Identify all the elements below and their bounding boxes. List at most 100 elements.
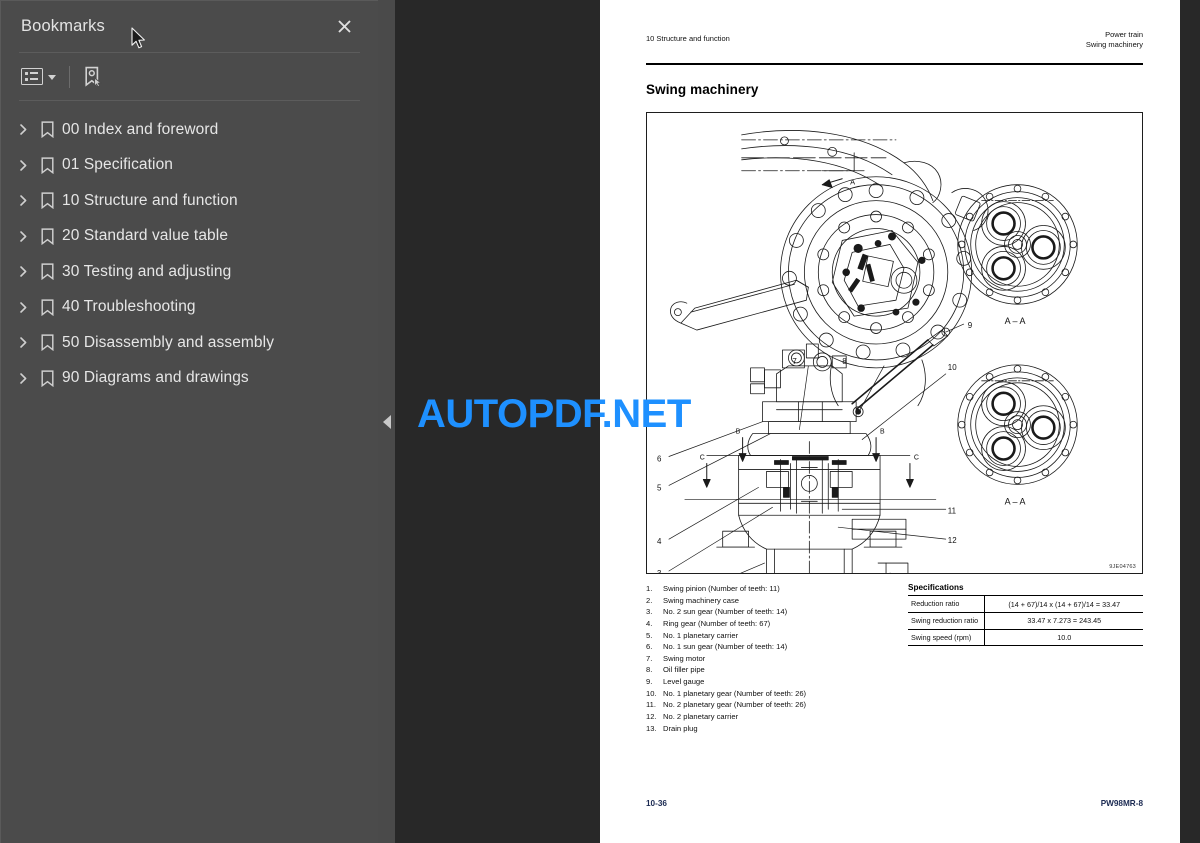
page-content: 10 Structure and function Power train Sw… [646,30,1143,821]
part-name: No. 1 planetary gear (Number of teeth: 2… [663,688,807,698]
pdf-page-viewport[interactable]: 10 Structure and function Power train Sw… [395,0,1200,843]
svg-text:C: C [914,455,919,462]
bookmarks-panel-header: Bookmarks [1,1,378,52]
spec-value: (14 + 67)/14 x (14 + 67)/14 = 33.47 [984,595,1143,613]
page-footer: 10-36 PW98MR-8 [646,799,1143,808]
bookmark-icon [32,263,62,281]
bookmark-icon [32,334,62,352]
part-name: Level gauge [663,677,705,687]
svg-text:3: 3 [657,569,662,573]
bookmark-item-label: 30 Testing and adjusting [62,262,232,280]
part-number: 12. [646,711,657,721]
bookmark-item-3[interactable]: 20 Standard value table [1,219,378,255]
panel-title: Bookmarks [21,17,105,35]
bookmarks-toolbar [1,53,378,100]
chevron-right-icon[interactable] [14,301,32,313]
chevron-down-icon [48,75,56,80]
header-rule [646,63,1143,66]
part-name: No. 2 planetary carrier [663,711,739,721]
part-number: 11. [646,700,656,710]
part-name: Drain plug [663,723,698,733]
list-view-icon [21,68,43,85]
pdf-viewer-window: Bookmarks 00 Index and foreword 01 Speci… [0,0,1200,843]
figure-legend-area: 1. Swing pinion (Number of teeth: 11) 2.… [646,583,1143,734]
specifications-table: Reduction ratio (14 + 67)/14 x (14 + 67)… [908,595,1143,647]
part-name: No. 2 sun gear (Number of teeth: 14) [663,607,788,617]
parts-list-item: 8. Oil filler pipe [646,664,898,676]
toolbar-divider [69,65,70,88]
part-number: 1. [646,584,653,594]
page-title: Swing machinery [646,82,759,98]
bookmark-item-5[interactable]: 40 Troubleshooting [1,290,378,326]
new-bookmark-icon [85,66,103,87]
svg-text:8: 8 [842,357,847,366]
parts-list-item: 2. Swing machinery case [646,595,898,607]
svg-text:A – A: A – A [1005,496,1026,506]
part-name: Swing pinion (Number of teeth: 11) [663,584,780,594]
spec-key: Swing speed (rpm) [908,628,985,647]
parts-list-item: 3. No. 2 sun gear (Number of teeth: 14) [646,606,898,618]
running-head: 10 Structure and function Power train Sw… [646,30,1143,60]
bookmark-item-6[interactable]: 50 Disassembly and assembly [1,325,378,361]
chevron-right-icon[interactable] [14,124,32,136]
parts-list: 1. Swing pinion (Number of teeth: 11) 2.… [646,583,898,734]
parts-list-item: 9. Level gauge [646,676,898,688]
chevron-right-icon[interactable] [14,159,32,171]
bookmark-item-1[interactable]: 01 Specification [1,148,378,184]
running-head-left: 10 Structure and function [646,34,730,43]
chevron-right-icon[interactable] [14,230,32,242]
new-bookmark-button[interactable] [83,62,103,92]
part-number: 2. [646,595,653,605]
bookmark-item-label: 01 Specification [62,156,174,174]
technical-drawing-figure: A A – A A – A B B C C 4 5 6 7 8 9 10 11 … [646,112,1143,575]
parts-list-item: 4. Ring gear (Number of teeth: 67) [646,618,898,630]
chevron-right-icon[interactable] [14,337,32,349]
part-number: 9. [646,677,653,687]
svg-text:5: 5 [657,484,662,493]
parts-list-item: 7. Swing motor [646,653,898,665]
part-name: Oil filler pipe [663,665,705,675]
close-icon[interactable] [332,14,356,38]
model-code: PW98MR-8 [1100,799,1143,808]
chevron-right-icon[interactable] [14,195,32,207]
bookmark-icon [32,157,62,174]
running-head-right-line2: Swing machinery [1085,39,1143,49]
bookmark-item-label: 20 Standard value table [62,227,229,245]
parts-list-item: 10. No. 1 planetary gear (Number of teet… [646,688,898,700]
bookmark-item-0[interactable]: 00 Index and foreword [1,112,378,148]
bookmark-item-label: 00 Index and foreword [62,120,219,138]
spec-value: 33.47 x 7.273 = 243.45 [984,611,1143,630]
bookmark-item-2[interactable]: 10 Structure and function [1,183,378,219]
bookmark-item-label: 50 Disassembly and assembly [62,333,275,351]
bookmarks-panel: Bookmarks 00 Index and foreword 01 Speci… [0,0,378,843]
spec-key: Reduction ratio [908,595,985,613]
list-view-button[interactable] [21,62,56,92]
bookmark-item-label: 90 Diagrams and drawings [62,369,249,387]
parts-list-item: 11. No. 2 planetary gear (Number of teet… [646,699,898,711]
bookmark-item-7[interactable]: 90 Diagrams and drawings [1,361,378,397]
spec-value: 10.0 [984,628,1143,647]
sidebar-collapse-handle[interactable] [378,0,395,843]
part-name: Swing motor [663,653,706,663]
chevron-left-icon [382,414,391,429]
part-name: No. 1 planetary carrier [663,630,739,640]
table-row: Swing speed (rpm) 10.0 [908,628,1143,647]
svg-text:C: C [700,455,705,462]
svg-text:B: B [880,429,885,436]
running-head-right: Power train Swing machinery [1086,30,1143,49]
svg-text:9: 9 [968,321,973,330]
part-number: 7. [646,653,653,663]
svg-text:6: 6 [657,455,662,464]
chevron-right-icon[interactable] [14,266,32,278]
running-head-right-line1: Power train [1105,30,1143,39]
bookmark-item-4[interactable]: 30 Testing and adjusting [1,254,378,290]
part-name: No. 1 sun gear (Number of teeth: 14) [663,642,788,652]
svg-text:4: 4 [657,537,662,546]
part-number: 13. [646,723,657,733]
chevron-right-icon[interactable] [14,372,32,384]
specifications-block: Specifications Reduction ratio (14 + 67)… [898,583,1143,734]
parts-list-item: 1. Swing pinion (Number of teeth: 11) [646,583,898,595]
part-number: 8. [646,665,653,675]
parts-list-item: 5. No. 1 planetary carrier [646,630,898,642]
parts-list-item: 12. No. 2 planetary carrier [646,711,898,723]
